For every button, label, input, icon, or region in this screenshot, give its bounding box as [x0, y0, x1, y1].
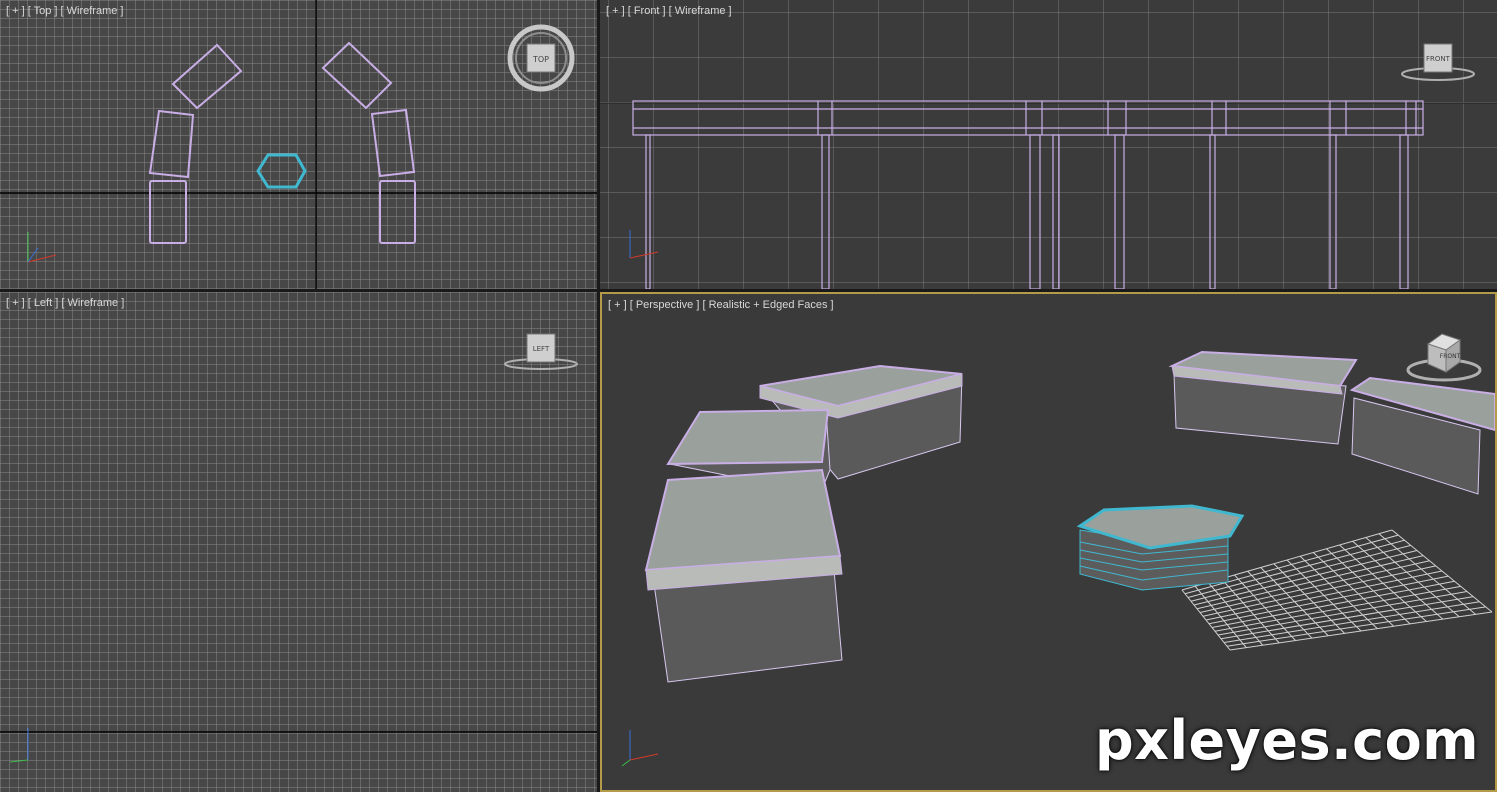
axis-tripod: [621, 730, 659, 767]
viewcube-top[interactable]: TOP: [505, 24, 577, 92]
hexagon-seat-selected[interactable]: [1076, 504, 1245, 591]
viewport-left[interactable]: [ + ] [ Left ] [ Wireframe ] LEFT: [0, 292, 597, 792]
front-viewport-scene: [600, 0, 1497, 289]
watermark: pxleyes.com: [1095, 709, 1479, 772]
grid: [600, 0, 1497, 289]
viewport-top[interactable]: [ + ] [ Top ] [ Wireframe ] TOP: [0, 0, 597, 289]
viewcube-front[interactable]: FRONT: [1400, 40, 1480, 84]
viewport-label-perspective[interactable]: [ + ] [ Perspective ] [ Realistic + Edge…: [608, 299, 834, 311]
viewport-label-top[interactable]: [ + ] [ Top ] [ Wireframe ]: [6, 5, 123, 17]
viewport-label-left[interactable]: [ + ] [ Left ] [ Wireframe ]: [6, 297, 124, 309]
viewcube-perspective[interactable]: FRONT: [1404, 328, 1484, 384]
home-grid-line: [1378, 533, 1476, 615]
viewcube-face-left: LEFT: [533, 345, 550, 353]
viewcube-face-top: TOP: [532, 55, 549, 64]
viewport-label-front[interactable]: [ + ] [ Front ] [ Wireframe ]: [606, 5, 732, 17]
viewport-front[interactable]: [ + ] [ Front ] [ Wireframe ] FRONT: [600, 0, 1497, 289]
bench-left-front[interactable]: [644, 468, 843, 683]
bench-right-back[interactable]: [1168, 350, 1358, 445]
viewport-perspective[interactable]: [ + ] [ Perspective ] [ Realistic + Edge…: [600, 292, 1497, 792]
home-grid-line: [1391, 529, 1493, 613]
home-grid-line: [1220, 596, 1474, 640]
bench-right-front[interactable]: [1349, 376, 1495, 495]
viewcube-left[interactable]: LEFT: [503, 330, 583, 374]
viewcube-face-front: FRONT: [1426, 55, 1451, 63]
viewcube-face-perspective: FRONT: [1440, 353, 1461, 360]
